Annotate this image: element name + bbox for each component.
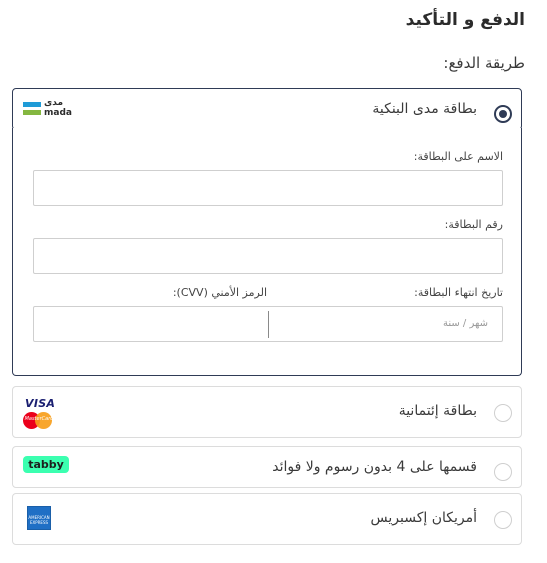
payment-option-label: بطاقة مدى البنكية — [372, 101, 477, 117]
payment-method-heading: طريقة الدفع: — [443, 54, 525, 72]
card-name-label: الاسم على البطاقة: — [413, 150, 503, 163]
radio-tabby[interactable] — [494, 463, 512, 481]
page-title: الدفع و التأكيد — [405, 10, 525, 30]
field-divider — [268, 311, 269, 338]
card-number-input[interactable] — [33, 238, 503, 274]
card-details-form: الاسم على البطاقة: رقم البطاقة: تاريخ ان… — [12, 128, 522, 376]
mastercard-logo-text: MasterCard — [24, 416, 54, 422]
card-name-input[interactable] — [33, 170, 503, 206]
radio-amex[interactable] — [494, 511, 512, 529]
card-number-label: رقم البطاقة: — [444, 218, 503, 231]
radio-credit-card[interactable] — [494, 404, 512, 422]
cvv-input[interactable] — [34, 307, 268, 341]
mada-logo-text: مدى — [44, 98, 64, 108]
tabby-logo: tabby — [23, 456, 69, 473]
visa-logo-text: VISA — [25, 397, 56, 410]
mada-blue-bar — [23, 102, 41, 107]
payment-option-label: أمريكان إكسبريس — [370, 510, 477, 526]
amex-logo-text: AMERICAN EXPRESS — [28, 515, 50, 525]
expiry-label: تاريخ انتهاء البطاقة: — [414, 286, 503, 299]
visa-mastercard-logo: VISA MasterCard — [23, 397, 55, 429]
mada-green-bar — [23, 110, 41, 115]
cvv-label: الرمز الأمني (CVV): — [172, 286, 267, 299]
mada-logo: مدى mada — [23, 98, 72, 118]
payment-option-credit-card[interactable]: بطاقة إئتمانية VISA MasterCard — [12, 386, 522, 438]
payment-option-tabby[interactable]: قسمها على 4 بدون رسوم ولا فوائد tabby — [12, 446, 522, 488]
payment-option-label: قسمها على 4 بدون رسوم ولا فوائد — [272, 459, 477, 475]
payment-option-amex[interactable]: أمريكان إكسبريس AMERICAN EXPRESS — [12, 493, 522, 545]
expiry-cvv-group: شهر / سنة — [33, 306, 503, 342]
mada-logo-text-latin: mada — [44, 108, 72, 118]
amex-logo: AMERICAN EXPRESS — [27, 506, 51, 530]
expiry-placeholder[interactable]: شهر / سنة — [443, 318, 488, 329]
payment-option-label: بطاقة إئتمانية — [398, 403, 477, 419]
payment-option-mada[interactable]: بطاقة مدى البنكية مدى mada — [12, 88, 522, 130]
radio-mada[interactable] — [494, 105, 512, 123]
